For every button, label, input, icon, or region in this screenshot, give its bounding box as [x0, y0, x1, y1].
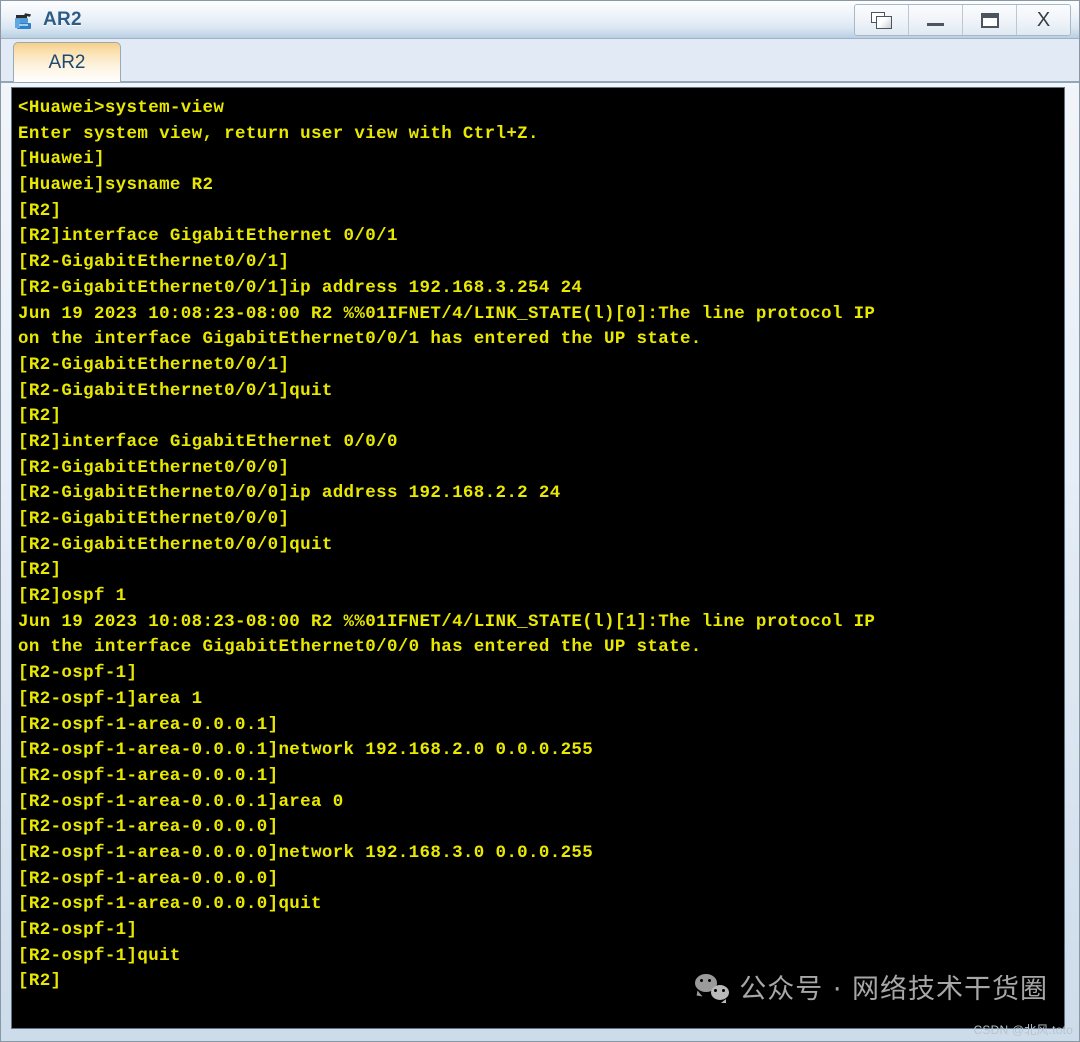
terminal-line: [Huawei]sysname R2: [18, 175, 214, 196]
terminal-line: [R2-GigabitEthernet0/0/1]ip address 192.…: [18, 277, 583, 298]
terminal-line: [R2]ospf 1: [18, 586, 127, 607]
terminal-line: on the interface GigabitEthernet0/0/0 ha…: [18, 637, 702, 658]
terminal-line: [R2]: [18, 200, 62, 221]
close-button[interactable]: X: [1017, 5, 1070, 35]
window-title: AR2: [43, 8, 82, 30]
terminal-line: [R2-ospf-1]quit: [18, 945, 181, 966]
minimize-icon: [927, 23, 944, 26]
terminal-line: [R2]: [18, 406, 62, 427]
router-icon: [13, 9, 35, 31]
terminal-line: [R2-ospf-1]: [18, 663, 138, 684]
terminal-line: [R2-ospf-1-area-0.0.0.0]quit: [18, 894, 322, 915]
terminal-line: [R2-ospf-1-area-0.0.0.1]area 0: [18, 791, 344, 812]
terminal-line: [R2-ospf-1]area 1: [18, 688, 203, 709]
attribution-text: CSDN @北风.toto: [973, 1023, 1073, 1037]
terminal-line: Jun 19 2023 10:08:23-08:00 R2 %%01IFNET/…: [18, 303, 876, 324]
terminal-line: [R2-ospf-1-area-0.0.0.1]: [18, 714, 279, 735]
terminal-line: [Huawei]: [18, 149, 105, 170]
maximize-icon: [980, 12, 999, 28]
terminal-line: [R2-ospf-1]: [18, 920, 138, 940]
close-icon: X: [1036, 9, 1051, 31]
terminal-line: [R2-GigabitEthernet0/0/0]: [18, 509, 290, 529]
terminal-output[interactable]: <Huawei>system-view Enter system view, re…: [11, 87, 1065, 1029]
cascade-windows-button[interactable]: [855, 5, 909, 35]
cascade-windows-icon: [870, 11, 893, 29]
terminal-line: Enter system view, return user view with…: [18, 123, 539, 144]
terminal-line: [R2]interface GigabitEthernet 0/0/0: [18, 431, 398, 452]
terminal-line: [R2-ospf-1-area-0.0.0.0]: [18, 868, 279, 889]
window-controls: X: [854, 4, 1071, 36]
terminal-line: [R2-GigabitEthernet0/0/1]quit: [18, 380, 333, 401]
terminal-line: [R2]: [18, 560, 62, 581]
minimize-button[interactable]: [909, 5, 963, 35]
terminal-line: [R2-ospf-1-area-0.0.0.1]: [18, 765, 279, 786]
terminal-line: [R2-ospf-1-area-0.0.0.0]network 192.168.…: [18, 842, 594, 863]
terminal-line: [R2]: [18, 971, 62, 992]
terminal-line: [R2-GigabitEthernet0/0/0]quit: [18, 534, 333, 555]
terminal-line: [R2]interface GigabitEthernet 0/0/1: [18, 226, 398, 247]
tab-label: AR2: [48, 51, 86, 73]
tab-strip: AR2: [1, 39, 1079, 83]
terminal-line: [R2-GigabitEthernet0/0/0]: [18, 457, 290, 478]
cli-window: AR2 X AR2 <Huawei>system-view Enter syst…: [0, 0, 1080, 1042]
maximize-button[interactable]: [963, 5, 1017, 35]
terminal-line: [R2-GigabitEthernet0/0/1]: [18, 354, 290, 375]
title-bar-left: AR2: [1, 9, 82, 31]
title-bar: AR2 X: [1, 1, 1079, 39]
terminal-line: <Huawei>system-view: [18, 98, 225, 118]
terminal-line: [R2-ospf-1-area-0.0.0.0]: [18, 817, 279, 838]
terminal-line: [R2-ospf-1-area-0.0.0.1]network 192.168.…: [18, 740, 594, 761]
terminal-line: [R2-GigabitEthernet0/0/1]: [18, 252, 290, 273]
terminal-line: [R2-GigabitEthernet0/0/0]ip address 192.…: [18, 483, 561, 504]
terminal-container: <Huawei>system-view Enter system view, re…: [1, 83, 1079, 1041]
terminal-line: Jun 19 2023 10:08:23-08:00 R2 %%01IFNET/…: [18, 611, 876, 632]
tab-ar2[interactable]: AR2: [13, 42, 121, 82]
terminal-line: on the interface GigabitEthernet0/0/1 ha…: [18, 329, 702, 350]
